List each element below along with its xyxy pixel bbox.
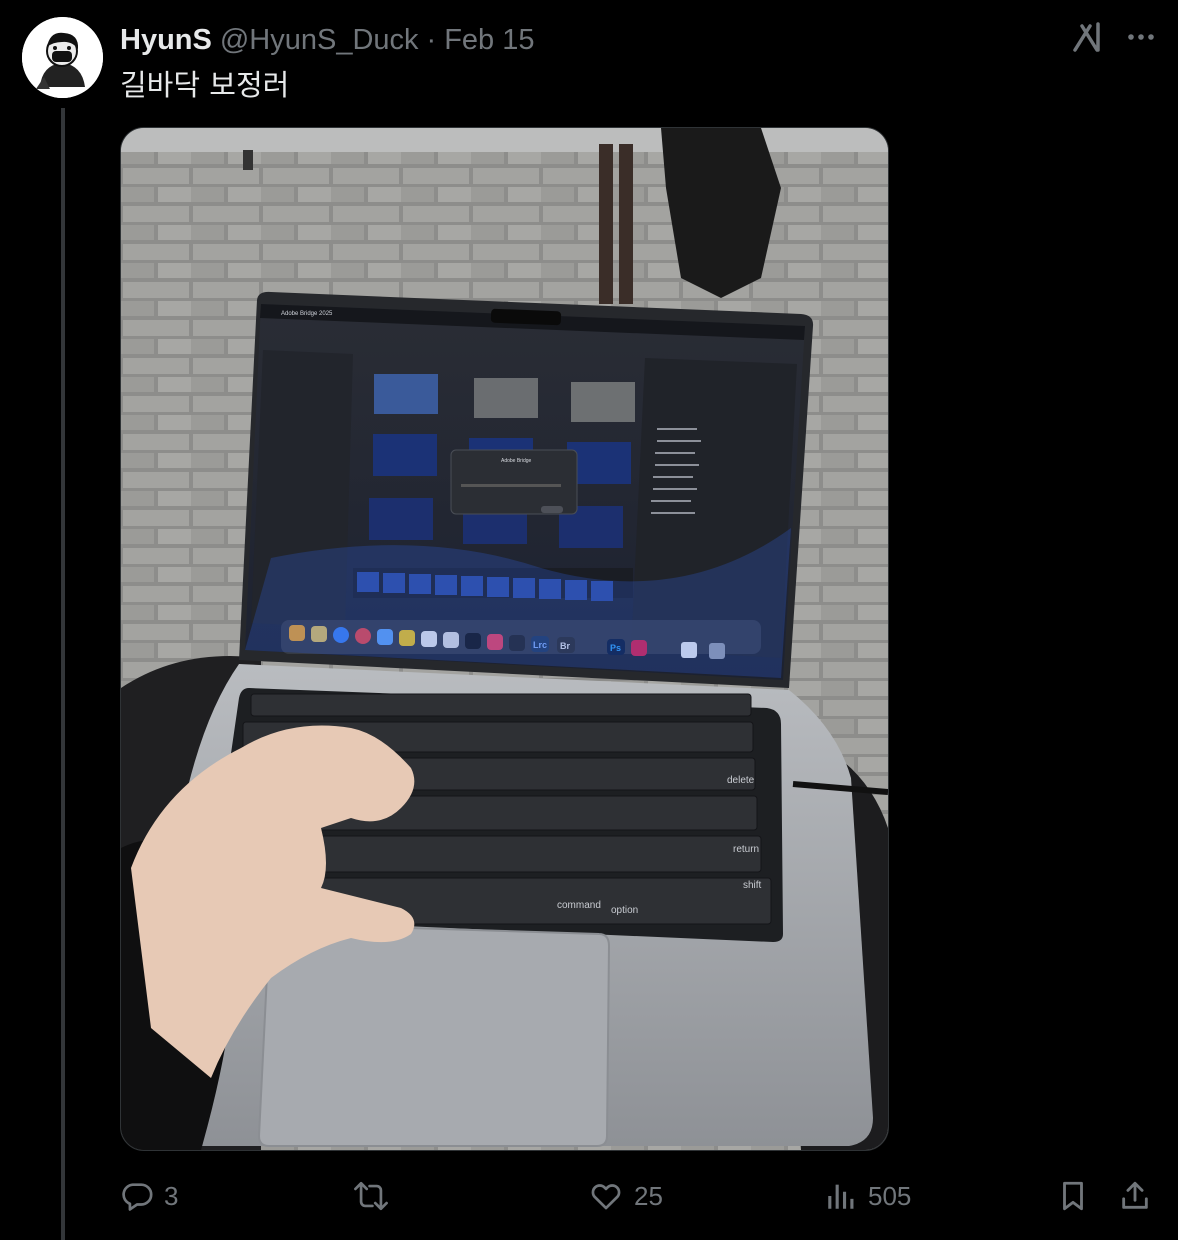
like-button[interactable]: 25: [588, 1172, 663, 1220]
thread-line: [61, 108, 65, 1240]
views-icon: [824, 1179, 858, 1213]
reply-count: 3: [164, 1180, 179, 1211]
table-top: [121, 128, 888, 152]
view-count: 505: [868, 1180, 912, 1211]
tweet-text: 길바닥 보정러: [120, 68, 290, 102]
key-return: return: [733, 844, 759, 855]
views-button[interactable]: 505: [824, 1172, 911, 1220]
key-option: option: [611, 905, 638, 916]
key-command: command: [557, 900, 601, 911]
share-icon: [1118, 1178, 1152, 1214]
dialog-title: Adobe Bridge: [501, 458, 532, 464]
retweet-icon: [352, 1179, 390, 1213]
user-handle[interactable]: @HyunS_Duck: [220, 24, 419, 57]
tweet-photo[interactable]: Adobe Bridge 2025 Adobe Bridge Lrc Br Ps…: [120, 127, 889, 1151]
like-count: 25: [634, 1180, 663, 1211]
heart-icon: [588, 1179, 624, 1213]
laptop-photo: Adobe Bridge 2025 Adobe Bridge Lrc Br Ps…: [121, 128, 888, 1150]
retweet-button[interactable]: [352, 1172, 400, 1220]
bookmark-button[interactable]: [1056, 1172, 1090, 1220]
bookmark-icon: [1056, 1178, 1090, 1214]
tweet-header: HyunS @HyunS_Duck · Feb 15: [120, 20, 535, 60]
key-shift: shift: [743, 880, 762, 891]
reply-button[interactable]: 3: [120, 1172, 178, 1220]
display-name[interactable]: HyunS: [120, 24, 212, 57]
app-title: Adobe Bridge 2025: [281, 311, 333, 317]
more-icon[interactable]: [1126, 22, 1156, 57]
tweet-date[interactable]: Feb 15: [444, 24, 534, 57]
share-button[interactable]: [1118, 1172, 1152, 1220]
avatar-image: [22, 17, 103, 98]
tweet-top-actions: [1070, 20, 1156, 59]
progress-dialog: Adobe Bridge: [450, 449, 578, 515]
tweet-actions: 3 25 505: [120, 1172, 1160, 1220]
separator-dot: ·: [426, 23, 437, 56]
tweet: HyunS @HyunS_Duck · Feb 15 길바닥 보정러 Adobe…: [0, 0, 1178, 1240]
avatar[interactable]: [22, 17, 103, 98]
grok-icon[interactable]: [1070, 20, 1104, 59]
trackpad: [257, 922, 611, 1147]
reply-icon: [120, 1179, 154, 1213]
key-delete: delete: [727, 775, 755, 786]
